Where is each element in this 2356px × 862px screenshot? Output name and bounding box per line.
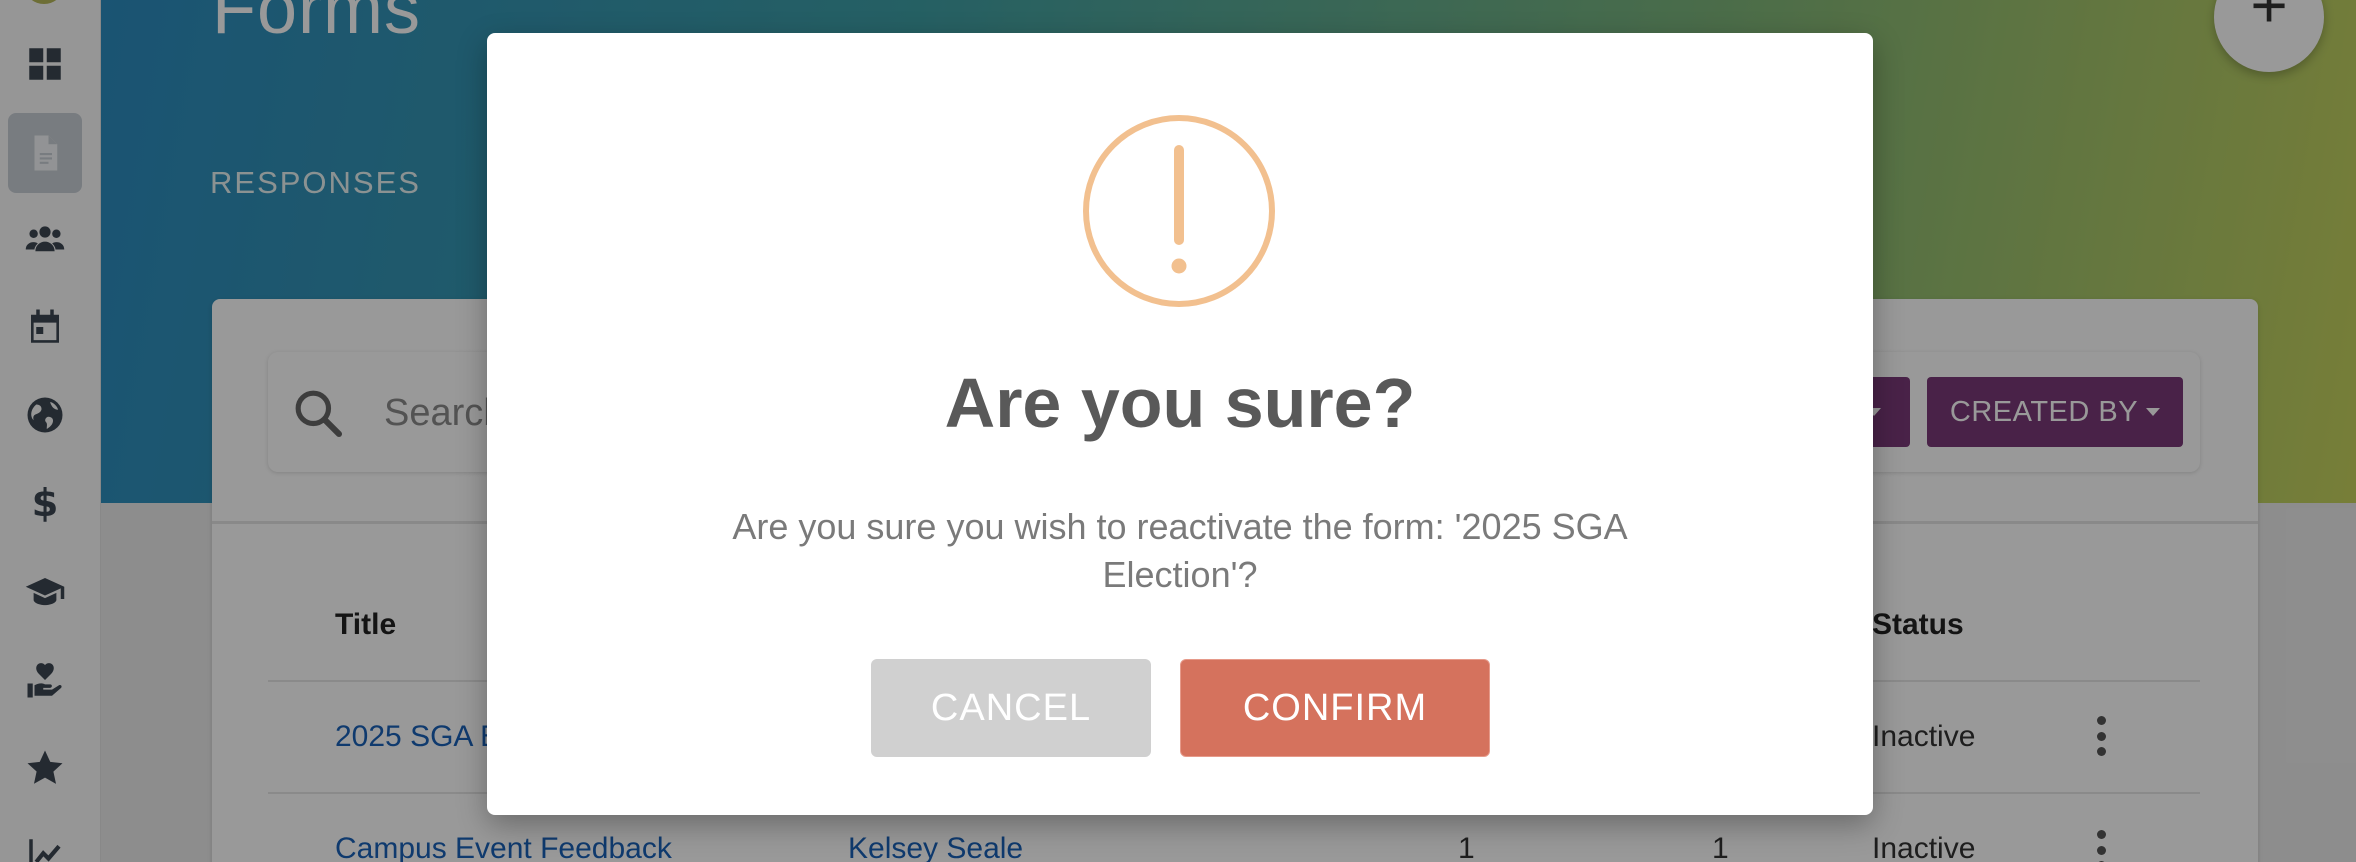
dialog-message: Are you sure you wish to reactivate the …: [732, 506, 1628, 595]
cancel-button[interactable]: CANCEL: [871, 659, 1151, 757]
confirm-dialog: Are you sure? Are you sure you wish to r…: [487, 33, 1873, 815]
warning-exclamation-icon: [1083, 115, 1275, 307]
dialog-title: Are you sure?: [944, 364, 1416, 442]
confirm-button[interactable]: CONFIRM: [1180, 659, 1490, 757]
